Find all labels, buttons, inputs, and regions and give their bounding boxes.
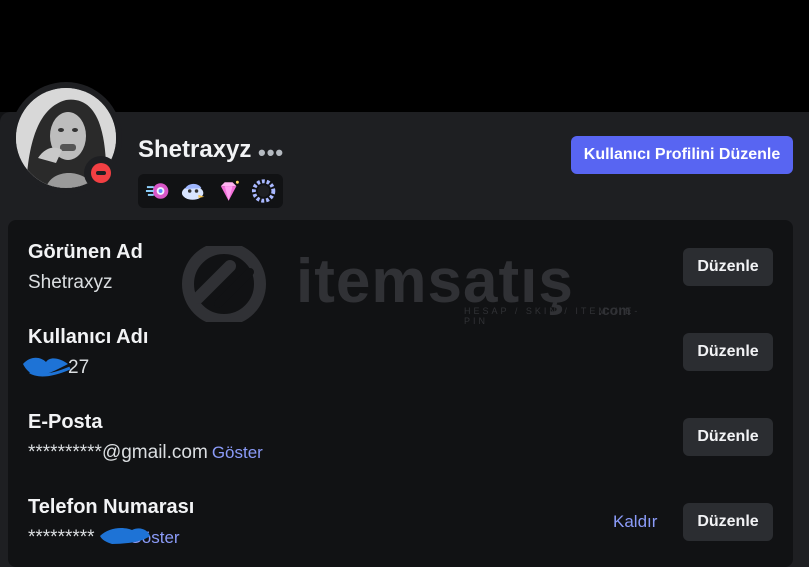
edit-phone-button[interactable]: Düzenle [683,503,773,541]
gem-boost-badge-icon[interactable] [215,177,242,205]
email-label: E-Posta [28,411,103,433]
display-name-value: Shetraxyz [28,272,113,293]
edit-display-name-button[interactable]: Düzenle [683,248,773,286]
more-options-icon[interactable]: ••• [258,140,284,166]
email-value-row: **********@gmail.com Göster [28,442,263,464]
edit-email-button[interactable]: Düzenle [683,418,773,456]
redaction-scribble [23,357,71,377]
quest-wreath-badge-icon[interactable] [250,177,277,205]
itemsatis-watermark: itemsatış HESAP / SKIN / ITEM / E-PIN .c… [168,242,648,326]
remove-phone-link[interactable]: Kaldır [613,512,657,532]
itemsatis-logo-icon [182,242,266,326]
display-name-field: Görünen Ad Shetraxyz [28,241,143,294]
dnd-status-icon [84,156,118,190]
watermark-suffix: .com [598,302,631,318]
edit-username-button[interactable]: Düzenle [683,333,773,371]
email-value: **********@gmail.com [28,442,208,463]
edit-user-profile-button[interactable]: Kullanıcı Profilini Düzenle [571,136,793,174]
email-field: E-Posta **********@gmail.com Göster [28,411,263,464]
nitro-bird-badge-icon[interactable] [179,177,206,205]
badge-bar [138,174,283,208]
redaction-scribble [100,528,150,544]
username-label: Kullanıcı Adı [28,326,149,348]
phone-label: Telefon Numarası [28,496,195,518]
profile-username: Shetraxyz [138,136,252,163]
display-name-label: Görünen Ad [28,241,143,263]
hypesquad-badge-icon[interactable] [144,177,171,205]
reveal-email-link[interactable]: Göster [212,443,263,462]
profile-banner [0,0,809,112]
phone-value: ********* [28,527,95,548]
